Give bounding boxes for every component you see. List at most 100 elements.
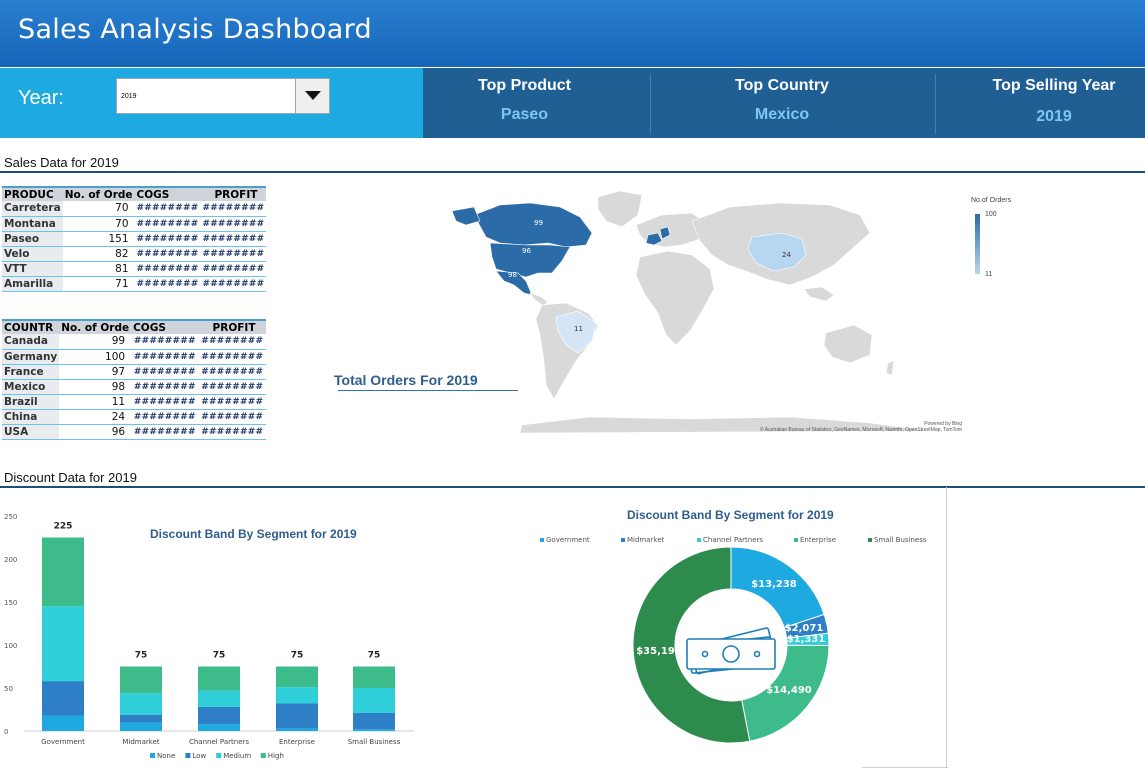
bar-segment-medium[interactable] xyxy=(353,688,395,713)
cogs-cell: ######## xyxy=(131,409,199,425)
cogs-cell: ######## xyxy=(131,394,199,410)
legend-label: Enterprise xyxy=(800,536,836,544)
donut-chart-title: Discount Band By Segment for 2019 xyxy=(627,508,834,522)
bar-total-label: 75 xyxy=(213,651,226,661)
discount-section-title: Discount Data for 2019 xyxy=(4,470,137,485)
legend-label: None xyxy=(157,752,175,760)
row-label: Canada xyxy=(2,334,60,350)
legend-swatch xyxy=(697,538,701,542)
dropdown-button[interactable] xyxy=(295,79,329,113)
bar-segment-low[interactable] xyxy=(276,703,318,729)
map-region-greenland xyxy=(597,190,643,228)
column-header: COGS xyxy=(134,186,201,201)
legend-swatch xyxy=(216,753,222,758)
column-header: COUNTR xyxy=(2,319,60,334)
orders-cell: 82 xyxy=(62,246,135,262)
table-row[interactable]: France 97 ######## ######## xyxy=(2,364,266,380)
bar-segment-low[interactable] xyxy=(42,681,84,716)
legend-swatch xyxy=(185,753,191,758)
bar-total-label: 75 xyxy=(291,651,304,661)
column-header: COGS xyxy=(131,319,199,334)
bar-segment-high[interactable] xyxy=(42,537,84,607)
chart-border xyxy=(862,767,948,768)
row-label: Mexico xyxy=(2,379,60,395)
kpi-top-selling-year: Top Selling Year 2019 xyxy=(936,68,1145,138)
kpi-value: Paseo xyxy=(500,106,549,123)
bar-segment-medium[interactable] xyxy=(42,606,84,682)
orders-cell: 11 xyxy=(59,394,132,410)
table-row[interactable]: Brazil 11 ######## ######## xyxy=(2,394,266,410)
map-legend: No.of Orders xyxy=(971,197,1011,204)
map-label-canada: 99 xyxy=(534,219,543,227)
map-legend-min: 11 xyxy=(985,271,993,278)
y-tick-label: 100 xyxy=(4,642,17,650)
cogs-cell: ######## xyxy=(134,276,201,292)
donut-data-label: $13,238 xyxy=(751,579,797,590)
dashboard-header: Sales Analysis Dashboard xyxy=(0,0,1145,67)
bar-segment-none[interactable] xyxy=(120,722,162,731)
kpi-title: Top Country xyxy=(735,77,829,94)
bar-segment-none[interactable] xyxy=(198,724,240,731)
profit-cell: ######## xyxy=(198,379,266,395)
donut-data-label: $2,071 xyxy=(785,623,824,634)
y-tick-label: 150 xyxy=(4,599,17,607)
bar-segment-medium[interactable] xyxy=(276,687,318,704)
bar-segment-low[interactable] xyxy=(353,712,395,730)
profit-cell: ######## xyxy=(200,216,267,232)
table-row[interactable]: Amarilla 71 ######## ######## xyxy=(2,276,267,292)
bar-segment-none[interactable] xyxy=(42,715,84,731)
table-row[interactable]: China 24 ######## ######## xyxy=(2,409,266,425)
bar-segment-high[interactable] xyxy=(276,666,318,688)
legend-swatch xyxy=(260,753,266,758)
year-label: Year: xyxy=(18,87,64,109)
row-label: USA xyxy=(2,424,60,440)
year-dropdown-value: 2019 xyxy=(121,93,137,100)
x-tick-label: Small Business xyxy=(348,738,401,746)
legend-label: Government xyxy=(546,536,590,544)
map-attribution-sources: © Australian Bureau of Statistics, GeoNa… xyxy=(759,427,962,433)
orders-world-map[interactable]: 99 96 98 24 11 xyxy=(430,185,965,435)
orders-cell: 70 xyxy=(62,216,135,232)
table-row[interactable]: VTT 81 ######## ######## xyxy=(2,261,267,277)
bar-segment-high[interactable] xyxy=(120,666,162,694)
legend-swatch xyxy=(540,538,544,542)
discount-bar-chart[interactable]: 0 50 100 150 200 250 225 Government 75 Midmarket 7… xyxy=(0,495,420,765)
bar-segment-none[interactable] xyxy=(353,729,395,731)
column-header: PROFIT xyxy=(200,186,267,201)
discount-donut-chart[interactable]: Government Midmarket Channel Partners Enter… xyxy=(520,532,940,767)
row-label: France xyxy=(2,364,60,380)
kpi-value: Mexico xyxy=(754,106,810,123)
table-row[interactable]: Germany 100 ######## ######## xyxy=(2,349,266,365)
bar-segment-high[interactable] xyxy=(198,666,240,691)
bar-segment-medium[interactable] xyxy=(120,693,162,715)
bar-segment-low[interactable] xyxy=(120,714,162,723)
donut-data-label: $35,193 xyxy=(636,646,682,657)
row-label: Paseo xyxy=(2,231,63,247)
map-label-brazil: 11 xyxy=(574,325,583,333)
map-legend-gradient xyxy=(975,214,980,274)
table-header-row: PRODUC No. of Orde COGS PROFIT xyxy=(2,186,267,201)
table-row[interactable]: Paseo 151 ######## ######## xyxy=(2,231,267,247)
row-label: Velo xyxy=(2,246,63,262)
table-row[interactable]: Mexico 98 ######## ######## xyxy=(2,379,266,395)
year-dropdown[interactable]: 2019 xyxy=(116,78,330,114)
orders-cell: 151 xyxy=(62,231,135,247)
bar-total-label: 225 xyxy=(54,522,73,532)
orders-cell: 98 xyxy=(59,379,132,395)
table-row[interactable]: Canada 99 ######## ######## xyxy=(2,334,266,350)
table-row[interactable]: USA 96 ######## ######## xyxy=(2,424,266,440)
table-row[interactable]: Velo 82 ######## ######## xyxy=(2,246,267,262)
y-tick-label: 250 xyxy=(4,513,17,521)
profit-cell: ######## xyxy=(198,394,266,410)
table-row[interactable]: Carretera 70 ######## ######## xyxy=(2,201,267,217)
bar-segment-high[interactable] xyxy=(353,666,395,689)
profit-cell: ######## xyxy=(200,261,267,277)
kpi-row: Year: 2019 Top Product Paseo Top Country… xyxy=(0,68,1145,138)
table-row[interactable]: Montana 70 ######## ######## xyxy=(2,216,267,232)
bar-segment-low[interactable] xyxy=(198,706,240,725)
legend-swatch xyxy=(621,538,625,542)
bar-segment-medium[interactable] xyxy=(198,690,240,707)
bar-segment-none[interactable] xyxy=(276,728,318,731)
legend-label: Channel Partners xyxy=(703,536,763,544)
map-legend-title: No.of Orders xyxy=(971,197,1012,204)
